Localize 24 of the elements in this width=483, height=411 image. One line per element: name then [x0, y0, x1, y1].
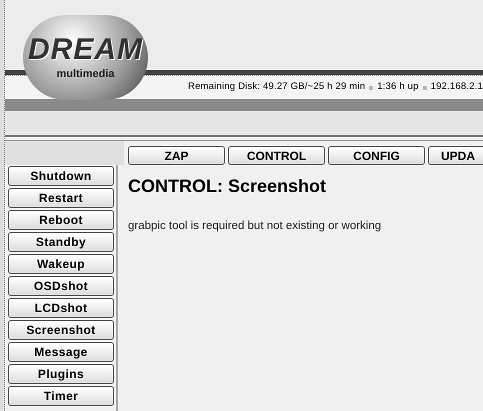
- sidebar-button[interactable]: Restart: [8, 188, 114, 208]
- sidebar-button[interactable]: Reboot: [8, 210, 114, 230]
- nav-tab[interactable]: UPDA: [428, 146, 483, 165]
- nav-tab[interactable]: CONFIG: [328, 146, 425, 165]
- separator-icon: [422, 86, 427, 90]
- sidebar-button[interactable]: Plugins: [8, 364, 114, 384]
- page-title: CONTROL: Screenshot: [128, 175, 328, 198]
- sidebar-button[interactable]: Screenshot: [8, 320, 114, 340]
- sidebar-button[interactable]: Timer: [8, 386, 114, 406]
- status-text: 1:36 h up: [377, 80, 419, 94]
- logo-word: DREAM: [28, 35, 143, 65]
- separator-icon: [369, 86, 374, 90]
- sidebar-button[interactable]: Shutdown: [8, 166, 114, 186]
- sidebar-button[interactable]: LCDshot: [8, 298, 114, 318]
- sidebar-button[interactable]: Standby: [8, 232, 114, 252]
- status-text: 192.168.2.1: [430, 80, 483, 94]
- logo-tagline: multimedia: [56, 69, 115, 80]
- sidebar-button[interactable]: OSDshot: [8, 276, 114, 296]
- error-message: grabpic tool is required but not existing or working: [128, 219, 382, 234]
- sidebar-button[interactable]: Message: [8, 342, 114, 362]
- status-text: Remaining Disk: 49.27 GB/~25 h 29 min: [188, 80, 366, 94]
- sidebar-button[interactable]: Wakeup: [8, 254, 114, 274]
- nav-tab[interactable]: ZAP: [128, 146, 225, 165]
- nav-tab[interactable]: CONTROL: [228, 146, 325, 165]
